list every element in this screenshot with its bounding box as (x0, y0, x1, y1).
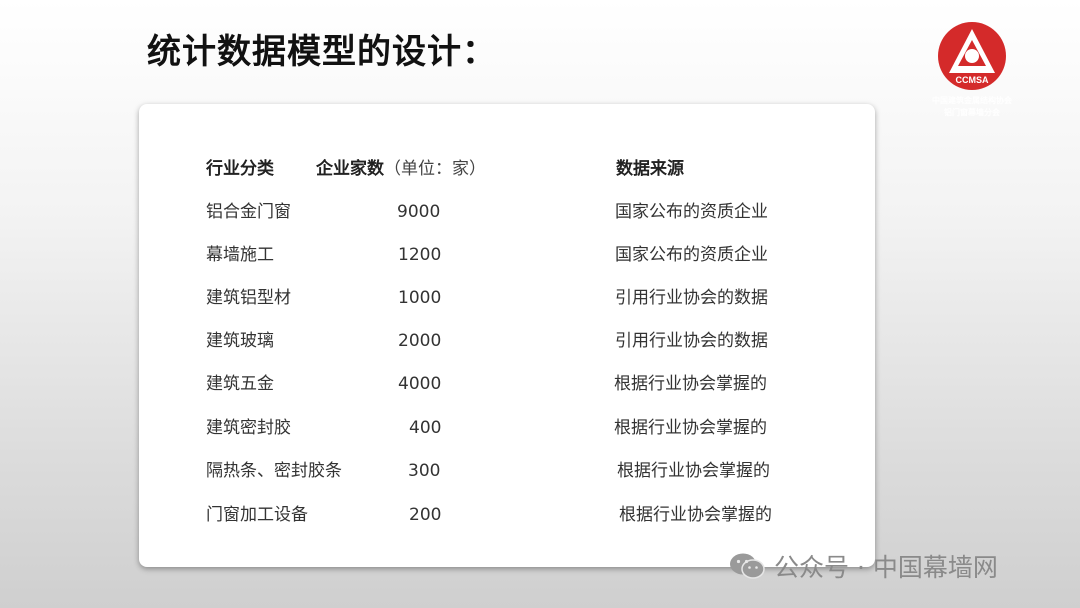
header-count-label: 企业家数 (316, 159, 384, 179)
header-category: 行业分类 (206, 159, 274, 179)
row-source: 根据行业协会掌握的 (614, 374, 767, 394)
data-card: 行业分类 企业家数（单位：家） 数据来源 铝合金门窗 9000 国家公布的资质企… (139, 104, 875, 567)
row-count: 9000 (397, 202, 441, 222)
slide-title: 统计数据模型的设计： (147, 32, 497, 72)
row-source: 引用行业协会的数据 (615, 288, 768, 308)
logo-org-line2: 铝门窗幕墙分会 (944, 108, 1000, 117)
row-source: 引用行业协会的数据 (615, 331, 768, 351)
row-category: 隔热条、密封胶条 (206, 461, 342, 481)
row-source: 国家公布的资质企业 (615, 202, 768, 222)
row-count: 4000 (398, 374, 442, 394)
row-category: 幕墙施工 (206, 245, 274, 265)
row-count: 1200 (398, 245, 442, 265)
ccmsa-logo-icon: CCMSA (938, 22, 1006, 90)
wechat-icon (730, 553, 765, 579)
row-source: 根据行业协会掌握的 (614, 418, 767, 438)
logo-org-line1: 中国建筑金属结构协会 (932, 96, 1012, 105)
ccmsa-logo: CCMSA 中国建筑金属结构协会 铝门窗幕墙分会 (918, 20, 1026, 120)
row-count: 2000 (398, 331, 442, 351)
logo-text: CCMSA (956, 75, 989, 85)
row-source: 根据行业协会掌握的 (617, 461, 770, 481)
watermark-text: 公众号 · 中国幕墙网 (774, 553, 998, 582)
header-unit: （单位：家） (384, 159, 486, 179)
row-category: 门窗加工设备 (206, 505, 308, 525)
watermark: 公众号 · 中国幕墙网 (728, 548, 998, 584)
row-count: 200 (409, 505, 442, 525)
row-count: 400 (409, 418, 442, 438)
header-source: 数据来源 (616, 159, 684, 179)
row-category: 建筑五金 (206, 374, 274, 394)
row-source: 根据行业协会掌握的 (619, 505, 772, 525)
row-category: 建筑铝型材 (206, 288, 291, 308)
row-category: 建筑玻璃 (206, 331, 274, 351)
row-category: 铝合金门窗 (206, 202, 291, 222)
row-count: 1000 (398, 288, 442, 308)
row-count: 300 (408, 461, 441, 481)
header-count: 企业家数（单位：家） (316, 159, 486, 179)
row-source: 国家公布的资质企业 (615, 245, 768, 265)
row-category: 建筑密封胶 (206, 418, 291, 438)
